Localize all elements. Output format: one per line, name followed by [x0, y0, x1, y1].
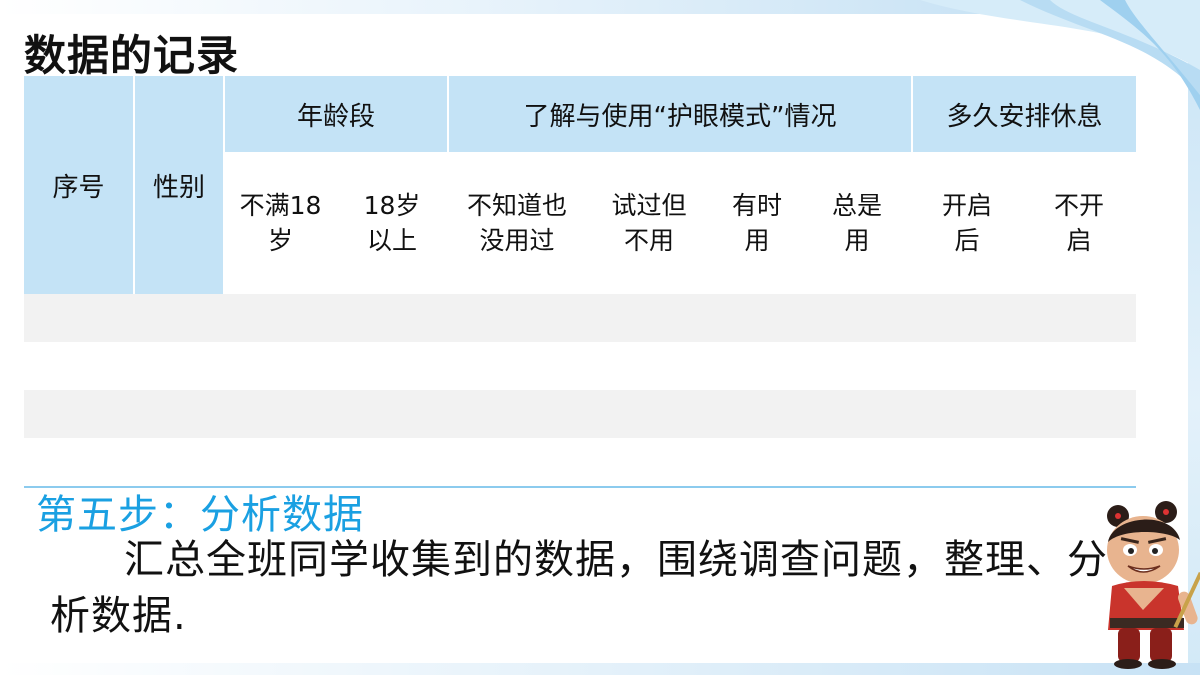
- sub-header-cell: 不开启: [1022, 152, 1137, 294]
- table-cell: [24, 294, 134, 342]
- table-cell: [802, 390, 913, 438]
- table-cell: [336, 342, 449, 390]
- table-cell: [586, 390, 713, 438]
- table-cell: [448, 390, 587, 438]
- record-table: 序号 性别 年龄段 了解与使用“护眼模式”情况 多久安排休息 不满18 岁 18岁…: [24, 76, 1137, 438]
- table-cell: [912, 390, 1023, 438]
- group-header-rest: 多久安排休息: [911, 76, 1137, 152]
- table-cell: [24, 342, 134, 390]
- column-header-index: 序号: [24, 76, 135, 294]
- group-header-eye-mode: 了解与使用“护眼模式”情况: [447, 76, 913, 152]
- table-cell: [134, 390, 224, 438]
- step-description: 汇总全班同学收集到的数据，围绕调查问题，整理、分析数据.: [50, 537, 1108, 639]
- table-cell: [336, 294, 449, 342]
- cartoon-character-illustration: [1088, 500, 1200, 670]
- table-cell: [712, 294, 803, 342]
- table-row: [24, 294, 1137, 342]
- sub-header-cell: 试过但 不用: [586, 152, 713, 294]
- table-cell: [24, 390, 134, 438]
- table-cell: [134, 342, 224, 390]
- table-cell: [586, 342, 713, 390]
- table-cell: [134, 294, 224, 342]
- table-cell: [448, 342, 587, 390]
- bottom-frame-band: [0, 663, 1200, 675]
- table-cell: [712, 342, 803, 390]
- table-cell: [802, 294, 913, 342]
- group-header-age: 年龄段: [222, 76, 449, 152]
- table-row: [24, 390, 1137, 438]
- table-cell: [912, 294, 1023, 342]
- sub-header-cell: 不知道也 没用过: [448, 152, 587, 294]
- table-cell: [448, 294, 587, 342]
- table-cell: [1022, 390, 1137, 438]
- table-cell: [224, 390, 336, 438]
- table-cell: [1022, 342, 1137, 390]
- table-cell: [586, 294, 713, 342]
- sub-header-cell: 18岁 以上: [336, 152, 449, 294]
- table-cell: [224, 294, 336, 342]
- table-row: [24, 342, 1137, 390]
- table-cell: [712, 390, 803, 438]
- page-title: 数据的记录: [24, 31, 240, 80]
- sub-header-cell: 开启后: [912, 152, 1023, 294]
- table-cell: [802, 342, 913, 390]
- sub-header-cell: 有时用: [712, 152, 803, 294]
- column-header-gender: 性别: [134, 76, 225, 294]
- sub-header-cell: 总是用: [802, 152, 913, 294]
- table-cell: [912, 342, 1023, 390]
- table-cell: [224, 342, 336, 390]
- table-cell: [1022, 294, 1137, 342]
- table-cell: [336, 390, 449, 438]
- sub-header-cell: 不满18 岁: [224, 152, 336, 294]
